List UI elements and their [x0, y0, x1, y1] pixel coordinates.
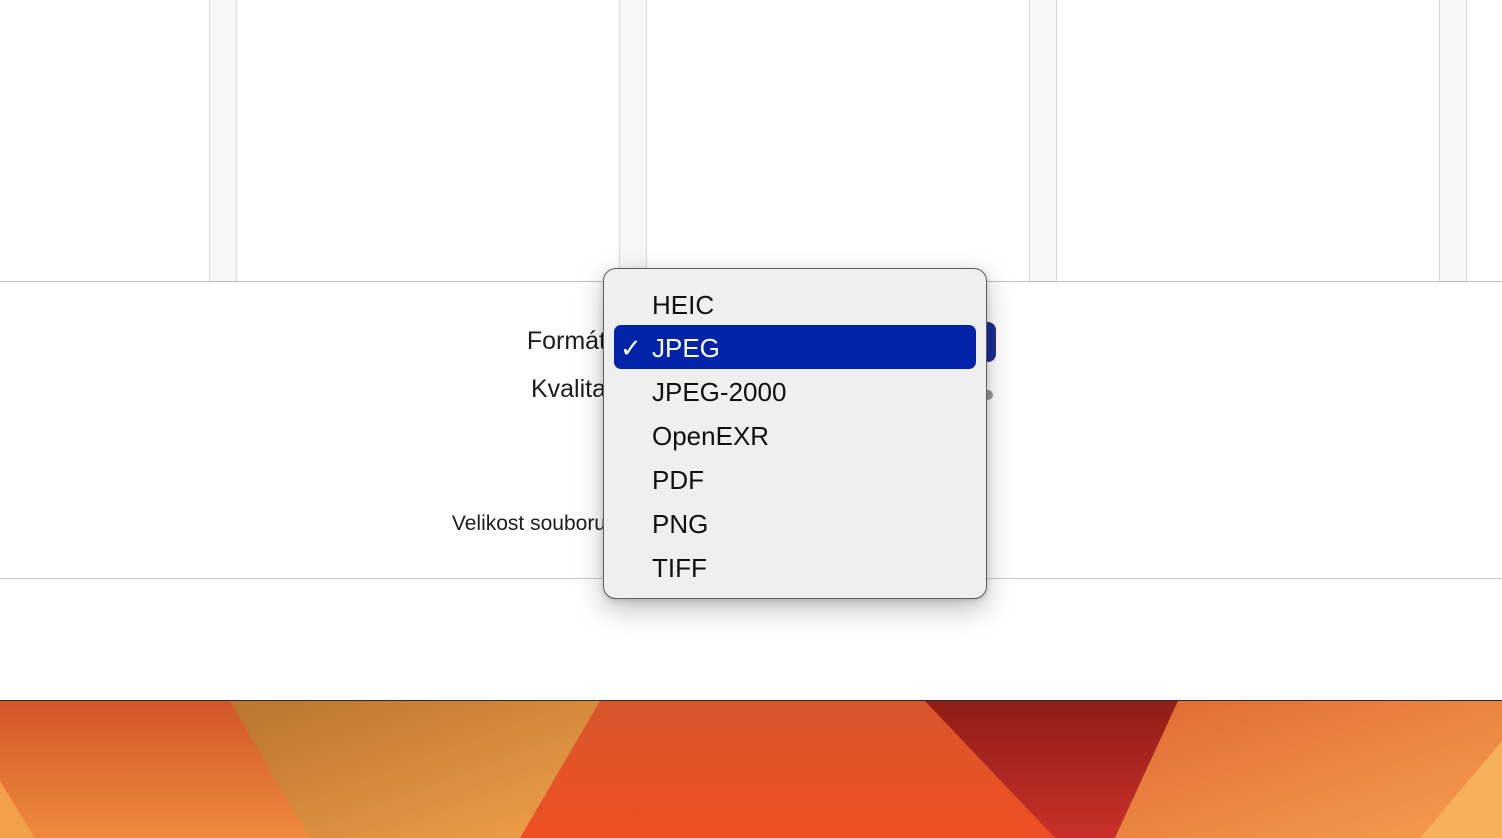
- preview-page: [1057, 0, 1439, 281]
- preview-gutter: [1439, 0, 1467, 281]
- menu-item-png[interactable]: PNG: [614, 501, 976, 545]
- menu-item-label: PNG: [652, 509, 709, 539]
- preview-page: [237, 0, 619, 281]
- preview-gutter: [619, 0, 647, 281]
- format-dropdown-menu: HEIC ✓ JPEG JPEG-2000 OpenEXR PDF PNG TI…: [603, 268, 987, 599]
- format-label: Formát: [526, 327, 606, 355]
- menu-item-openexr[interactable]: OpenEXR: [614, 413, 976, 457]
- file-size-label: Velikost souboru: [451, 512, 606, 535]
- desktop-wallpaper: [0, 701, 1502, 838]
- menu-item-label: OpenEXR: [652, 421, 770, 451]
- preview-area: [0, 0, 1502, 282]
- menu-item-jpeg[interactable]: ✓ JPEG: [614, 325, 976, 369]
- preview-gutter: [1029, 0, 1057, 281]
- checkmark-icon: ✓: [620, 333, 642, 363]
- preview-page: [0, 0, 209, 281]
- wallpaper-graphic: [0, 701, 1502, 838]
- menu-item-label: JPEG-2000: [652, 377, 787, 407]
- menu-item-label: TIFF: [652, 553, 707, 583]
- menu-item-label: PDF: [652, 465, 704, 495]
- menu-item-pdf[interactable]: PDF: [614, 457, 976, 501]
- menu-item-heic[interactable]: HEIC: [614, 282, 976, 326]
- preview-gutter: [209, 0, 237, 281]
- preview-page: [647, 0, 1029, 281]
- quality-label: Kvalita: [530, 375, 606, 403]
- menu-item-label: JPEG: [652, 333, 720, 363]
- menu-item-jpeg-2000[interactable]: JPEG-2000: [614, 369, 976, 413]
- menu-item-label: HEIC: [652, 290, 715, 320]
- menu-item-tiff[interactable]: TIFF: [614, 545, 976, 589]
